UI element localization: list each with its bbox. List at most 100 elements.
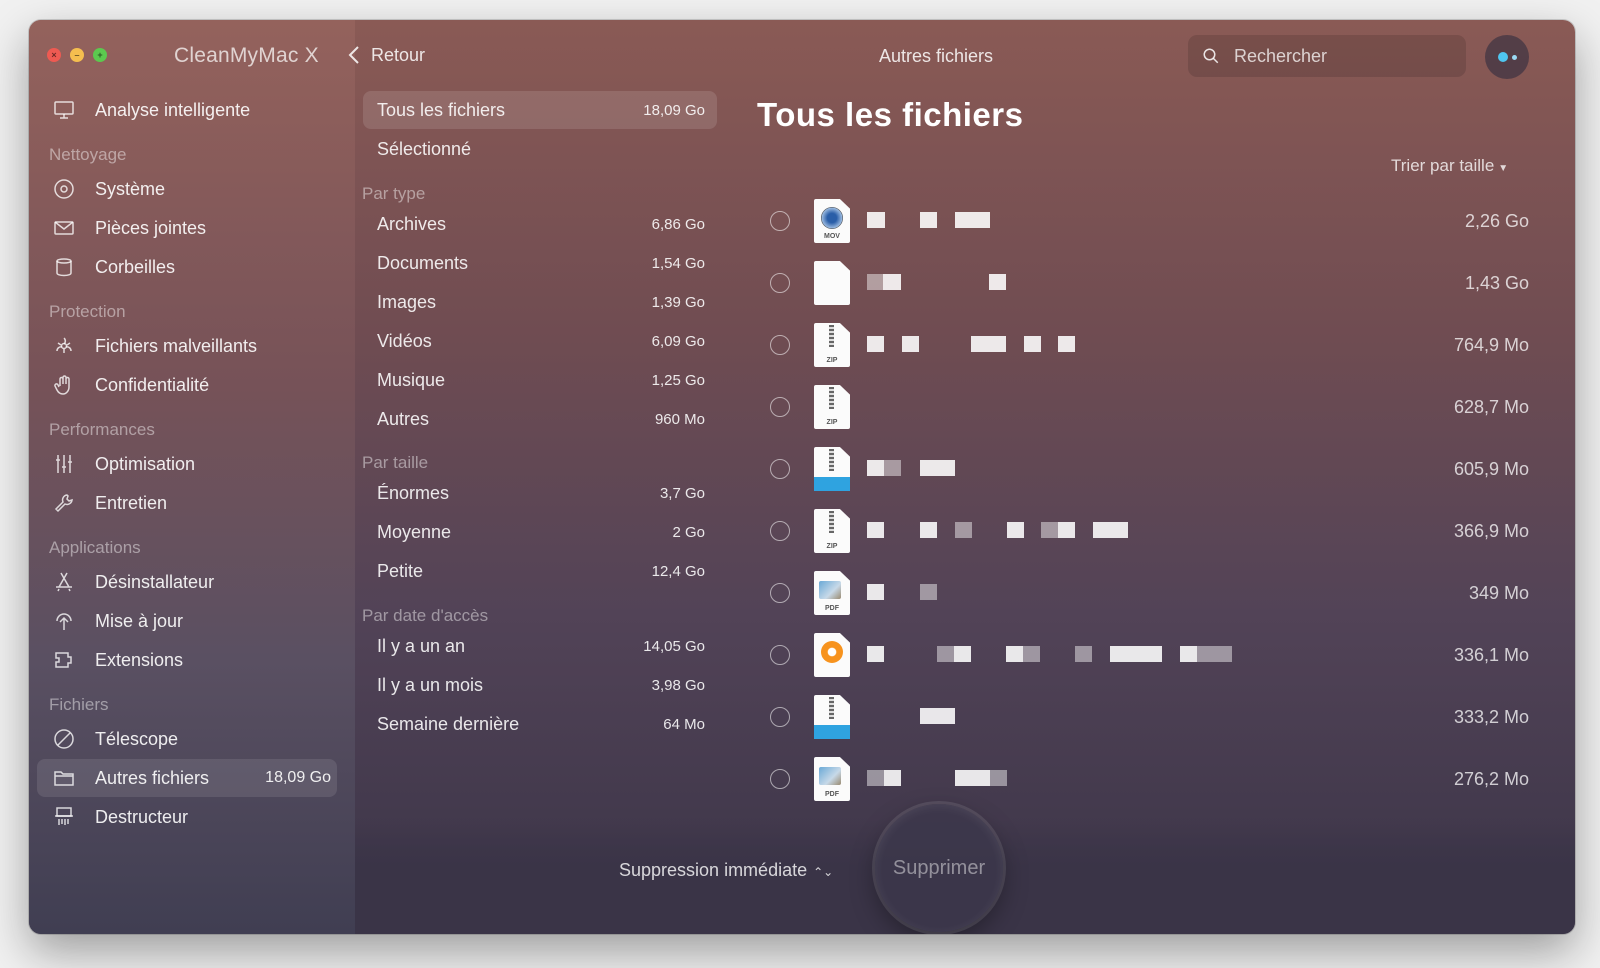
file-size: 349 Mo	[1468, 582, 1529, 603]
category-archives[interactable]: Archives 6,86 Go	[363, 205, 717, 243]
deletion-mode-dropdown[interactable]: Suppression immédiate ⌃⌄	[619, 860, 833, 881]
select-checkbox[interactable]	[770, 397, 790, 417]
table-row[interactable]: ZIP 764,9 Mo	[759, 314, 1529, 376]
sidebar-item-updater[interactable]: Mise à jour	[37, 602, 337, 640]
zoom-button[interactable]: +	[93, 48, 107, 62]
delete-button[interactable]: Supprimer	[875, 804, 1003, 932]
table-row[interactable]: 1,43 Go	[759, 252, 1529, 314]
table-row[interactable]: PDF 276,2 Mo	[759, 748, 1529, 810]
biohazard-icon	[51, 333, 77, 359]
category-huge[interactable]: Énormes 3,7 Go	[363, 474, 717, 512]
sidebar-item-malware[interactable]: Fichiers malveillants	[37, 327, 337, 365]
category-size: 2 Go	[672, 523, 705, 541]
sidebar-item-uninstaller[interactable]: Désinstallateur	[37, 563, 337, 601]
category-videos[interactable]: Vidéos 6,09 Go	[363, 322, 717, 360]
category-medium[interactable]: Moyenne 2 Go	[363, 513, 717, 551]
select-checkbox[interactable]	[770, 645, 790, 665]
sidebar-item-space-lens[interactable]: Télescope	[37, 720, 337, 758]
sidebar-item-attachments[interactable]: Pièces jointes	[37, 209, 337, 247]
category-section-title: Par type	[362, 184, 426, 203]
sidebar-item-shredder[interactable]: Destructeur	[37, 798, 337, 836]
category-documents[interactable]: Documents 1,54 Go	[363, 244, 717, 282]
app-name: CleanMyMac X	[174, 44, 319, 67]
sidebar-item-label: Système	[95, 178, 166, 199]
category-size: 6,86 Go	[651, 215, 705, 233]
select-checkbox[interactable]	[770, 211, 790, 231]
minimize-button[interactable]: –	[70, 48, 84, 62]
select-checkbox[interactable]	[770, 521, 790, 541]
extensions-icon	[51, 647, 77, 673]
category-section-title: Par taille	[362, 453, 429, 472]
search-input[interactable]: Rechercher	[1188, 35, 1466, 77]
select-checkbox[interactable]	[770, 459, 790, 479]
table-row[interactable]: PDF 349 Mo	[759, 562, 1529, 624]
sidebar-section-title: Protection	[49, 302, 126, 321]
caret-down-icon: ▼	[1498, 163, 1509, 174]
category-one-year[interactable]: Il y a un an 14,05 Go	[363, 627, 717, 665]
sidebar-item-label: Corbeilles	[95, 256, 176, 277]
category-music[interactable]: Musique 1,25 Go	[363, 361, 717, 399]
category-size: 6,09 Go	[651, 332, 705, 350]
sidebar-section-title: Nettoyage	[49, 145, 127, 164]
select-checkbox[interactable]	[770, 769, 790, 789]
sidebar-item-privacy[interactable]: Confidentialité	[37, 366, 337, 404]
table-row[interactable]: ZIP 366,9 Mo	[759, 500, 1529, 562]
select-checkbox[interactable]	[770, 583, 790, 603]
table-row[interactable]: ZIP 628,7 Mo	[759, 376, 1529, 438]
category-selected[interactable]: Sélectionné	[363, 130, 717, 168]
wrench-icon	[51, 490, 77, 516]
select-checkbox[interactable]	[770, 707, 790, 727]
category-label: Documents	[377, 252, 469, 273]
table-row[interactable]: 336,1 Mo	[759, 624, 1529, 686]
table-row[interactable]: MOV 2,26 Go	[759, 190, 1529, 252]
category-label: Tous les fichiers	[377, 99, 506, 120]
table-row[interactable]: 333,2 Mo	[759, 686, 1529, 748]
folder-icon	[51, 765, 77, 791]
category-size: 18,09 Go	[643, 101, 705, 119]
category-last-week[interactable]: Semaine dernière 64 Mo	[363, 705, 717, 743]
zip-file-icon: ZIP	[814, 385, 850, 429]
sidebar-item-extensions[interactable]: Extensions	[37, 641, 337, 679]
book-file-icon	[814, 633, 850, 677]
sidebar-item-label: Désinstallateur	[95, 571, 215, 592]
pdf-file-icon: PDF	[814, 757, 850, 801]
category-images[interactable]: Images 1,39 Go	[363, 283, 717, 321]
sidebar-item-label: Optimisation	[95, 453, 196, 474]
disk-icon	[51, 176, 77, 202]
category-size: 3,98 Go	[651, 676, 705, 694]
file-size: 2,26 Go	[1464, 210, 1529, 231]
sidebar-item-label: Analyse intelligente	[95, 99, 251, 120]
category-all-files[interactable]: Tous les fichiers 18,09 Go	[363, 91, 717, 129]
category-label: Il y a un mois	[377, 674, 484, 695]
sidebar-item-trash[interactable]: Corbeilles	[37, 248, 337, 286]
select-checkbox[interactable]	[770, 335, 790, 355]
back-button[interactable]: Retour	[347, 44, 425, 66]
sidebar-item-system[interactable]: Système	[37, 170, 337, 208]
assistant-button[interactable]	[1485, 35, 1529, 79]
sidebar-item-maintenance[interactable]: Entretien	[37, 484, 337, 522]
category-label: Énormes	[377, 482, 450, 503]
sidebar-item-large-old-files[interactable]: Autres fichiers 18,09 Go	[37, 759, 337, 797]
table-row[interactable]: 605,9 Mo	[759, 438, 1529, 500]
sidebar-item-optimization[interactable]: Optimisation	[37, 445, 337, 483]
category-others[interactable]: Autres 960 Mo	[363, 400, 717, 438]
file-list: MOV 2,26 Go 1,43 Go ZIP 764,9 Mo ZIP 628…	[759, 190, 1529, 840]
sidebar-item-label: Mise à jour	[95, 610, 184, 631]
close-button[interactable]: ×	[47, 48, 61, 62]
window-controls: × – +	[47, 48, 107, 62]
assistant-dot-icon	[1511, 54, 1517, 60]
app-window: × – + CleanMyMac X Analyse intelligente …	[29, 20, 1575, 934]
sidebar-section-title: Performances	[49, 420, 155, 439]
category-label: Semaine dernière	[377, 713, 520, 734]
file-size: 366,9 Mo	[1453, 520, 1529, 541]
sidebar-item-label: Extensions	[95, 649, 184, 670]
category-one-month[interactable]: Il y a un mois 3,98 Go	[363, 666, 717, 704]
sidebar-item-smart-scan[interactable]: Analyse intelligente	[37, 91, 337, 129]
sort-dropdown[interactable]: Trier par taille ▼	[1391, 156, 1508, 176]
category-label: Il y a un an	[377, 635, 466, 656]
sidebar: × – + CleanMyMac X Analyse intelligente …	[29, 20, 355, 934]
archive-file-icon	[814, 447, 850, 491]
select-checkbox[interactable]	[770, 273, 790, 293]
category-small[interactable]: Petite 12,4 Go	[363, 552, 717, 590]
category-label: Autres	[377, 408, 430, 429]
